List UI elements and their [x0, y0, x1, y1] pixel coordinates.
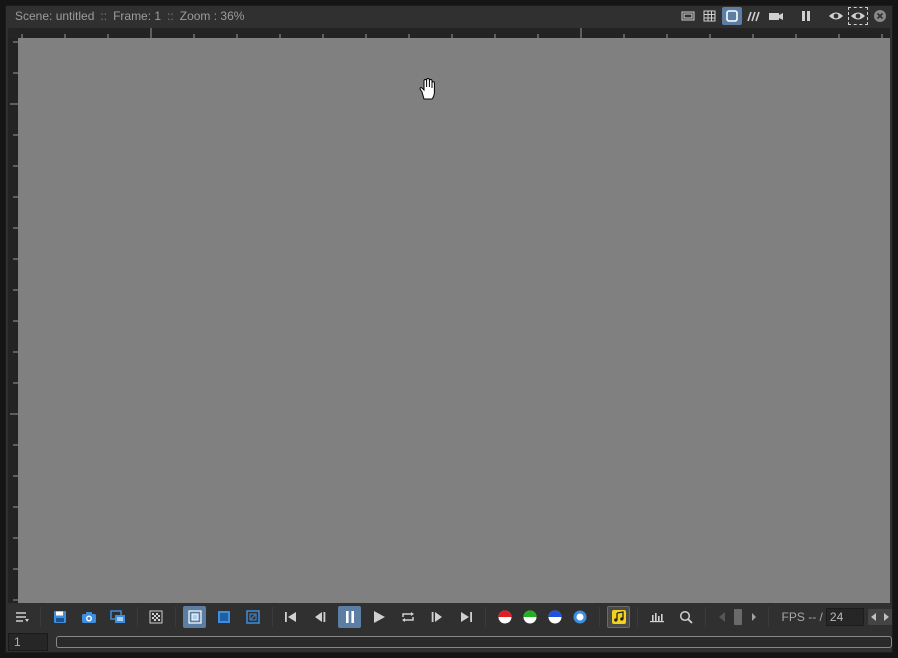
pause-icon[interactable]: [796, 7, 816, 25]
scrub-thumb[interactable]: [733, 609, 742, 625]
loop-icon[interactable]: [396, 606, 419, 628]
title-info: Scene: untitled :: Frame: 1 :: Zoom : 36…: [15, 9, 244, 23]
toolbar-divider: [704, 607, 706, 627]
motion-icon[interactable]: [744, 7, 764, 25]
eye-icon[interactable]: [826, 7, 846, 25]
fps-stepper[interactable]: [867, 609, 892, 625]
toolbar-divider: [598, 607, 600, 627]
viewer-area[interactable]: [8, 28, 890, 603]
camera-icon[interactable]: [766, 7, 786, 25]
camera-snapshot-icon[interactable]: [77, 606, 100, 628]
frame-label: Frame: 1: [113, 9, 162, 23]
title-icon-bar: [678, 6, 892, 26]
frame-bar: 1: [6, 632, 892, 652]
viewer-window: Scene: untitled :: Frame: 1 :: Zoom : 36…: [5, 5, 893, 653]
last-frame-icon[interactable]: [455, 606, 478, 628]
title-bar: Scene: untitled :: Frame: 1 :: Zoom : 36…: [6, 6, 892, 26]
zoom-icon[interactable]: [674, 606, 697, 628]
hand-cursor-icon: [418, 77, 438, 103]
scene-label: Scene: untitled: [15, 9, 95, 23]
frame-number-input[interactable]: 1: [8, 633, 48, 651]
toolbar-divider: [767, 607, 769, 627]
scrub-left-icon[interactable]: [713, 606, 731, 628]
sound-icon[interactable]: [606, 606, 631, 628]
title-separator: ::: [167, 9, 174, 23]
vertical-ruler: [8, 38, 18, 603]
pause-button[interactable]: [338, 606, 362, 628]
fps-increase-icon[interactable]: [880, 609, 892, 625]
compare-icon[interactable]: [107, 606, 130, 628]
play-icon[interactable]: [367, 606, 390, 628]
frame-scrubber[interactable]: [713, 606, 763, 628]
menu-icon[interactable]: [10, 606, 33, 628]
close-icon[interactable]: [870, 7, 890, 25]
toolbar-divider: [136, 607, 138, 627]
eye-dotted-icon[interactable]: [848, 7, 868, 25]
toolbar-divider: [637, 607, 639, 627]
zoom-label: Zoom : 36%: [179, 9, 245, 23]
fps-decrease-icon[interactable]: [868, 609, 880, 625]
title-separator: ::: [100, 9, 108, 23]
save-icon[interactable]: [48, 606, 71, 628]
fps-input[interactable]: 24: [825, 608, 864, 626]
fps-control: FPS -- / 24: [782, 608, 892, 626]
single-view-icon[interactable]: [678, 7, 698, 25]
grid-view-icon[interactable]: [700, 7, 720, 25]
checker-icon[interactable]: [145, 606, 168, 628]
toolbar-divider: [485, 607, 487, 627]
viewer-toolbar: FPS -- / 24: [6, 604, 892, 630]
horizontal-ruler: [18, 28, 890, 38]
toolbar-divider: [271, 607, 273, 627]
toolbar-divider: [175, 607, 177, 627]
green-channel-icon[interactable]: [518, 606, 541, 628]
canvas[interactable]: [18, 38, 890, 603]
first-frame-icon[interactable]: [280, 606, 303, 628]
fit-frame-icon[interactable]: [183, 606, 207, 628]
actual-size-icon[interactable]: [241, 606, 264, 628]
scrub-right-icon[interactable]: [745, 606, 763, 628]
histogram-icon[interactable]: [645, 606, 668, 628]
red-channel-icon[interactable]: [493, 606, 516, 628]
fps-label: FPS -- /: [781, 610, 823, 624]
fill-frame-icon[interactable]: [212, 606, 235, 628]
prev-frame-icon[interactable]: [309, 606, 332, 628]
frame-view-icon[interactable]: [722, 7, 742, 25]
alpha-channel-icon[interactable]: [569, 606, 592, 628]
next-frame-icon[interactable]: [426, 606, 449, 628]
frame-slider[interactable]: [55, 636, 892, 648]
blue-channel-icon[interactable]: [543, 606, 566, 628]
toolbar-divider: [40, 607, 42, 627]
